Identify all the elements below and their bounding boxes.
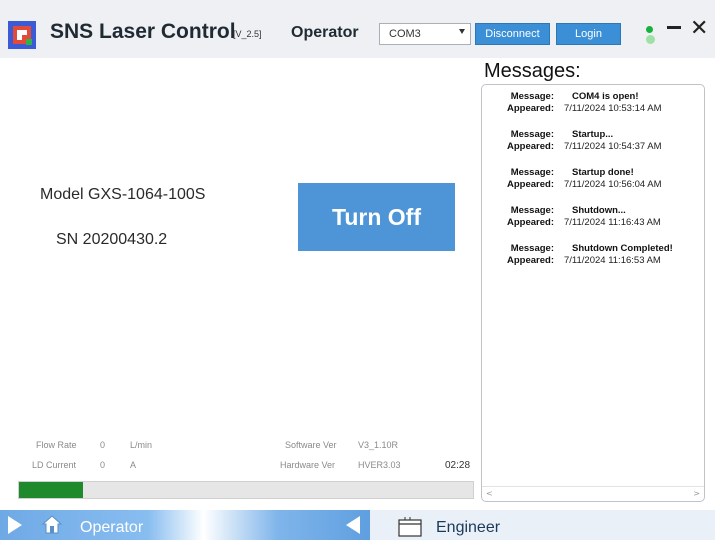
home-icon <box>42 515 62 534</box>
status-light <box>646 35 655 44</box>
model-label: Model GXS-1064-100S <box>40 186 206 203</box>
list-item: Message: Shutdown... Appeared: 7/11/2024 1… <box>482 205 704 229</box>
appeared-key: Appeared: <box>507 255 554 266</box>
messages-list[interactable]: Message: COM4 is open! Appeared: 7/11/2024… <box>481 84 705 502</box>
message-time: 7/11/2024 11:16:53 AM <box>564 255 661 266</box>
message-key: Message: <box>510 243 554 254</box>
flow-rate-unit: L/min <box>130 440 153 450</box>
dropdown-arrow-icon <box>459 29 465 34</box>
scroll-right-icon[interactable]: > <box>693 489 700 498</box>
message-key: Message: <box>510 91 554 102</box>
tab-operator-label[interactable]: Operator <box>80 519 143 537</box>
ld-current-unit: A <box>130 460 137 470</box>
horizontal-scrollbar[interactable]: < > <box>482 486 704 501</box>
hardware-ver-value: HVER3.03 <box>358 460 401 470</box>
serial-number-label: SN 20200430.2 <box>56 231 168 248</box>
ld-current-value: 0 <box>100 460 106 470</box>
tab-left-arrow <box>8 516 22 534</box>
tab-engineer[interactable]: Engineer <box>436 519 500 537</box>
software-ver-value: V3_1.10R <box>358 440 399 450</box>
message-text: Startup... <box>572 129 614 140</box>
appeared-key: Appeared: <box>507 217 554 228</box>
software-ver-label: Software Ver <box>285 440 337 450</box>
appeared-key: Appeared: <box>507 179 554 190</box>
tab-right-arrow <box>346 516 360 534</box>
list-item: Message: Startup done! Appeared: 7/11/2024… <box>482 167 704 191</box>
message-time: 7/11/2024 10:54:37 AM <box>564 141 662 152</box>
ld-current-label: LD Current <box>32 460 77 470</box>
list-item: Message: Startup... Appeared: 7/11/2024 10… <box>482 129 704 153</box>
message-time: 7/11/2024 11:16:43 AM <box>564 217 661 228</box>
message-text: Shutdown... <box>572 205 626 216</box>
appeared-key: Appeared: <box>507 141 554 152</box>
com-port-select[interactable]: COM3 <box>379 23 471 45</box>
mode-label: Operator <box>291 24 359 41</box>
message-time: 7/11/2024 10:56:04 AM <box>564 179 662 190</box>
app-logo-icon <box>8 21 36 49</box>
app-version: [V_2.5] <box>233 29 262 39</box>
login-button[interactable]: Login <box>556 23 621 45</box>
appeared-key: Appeared: <box>507 103 554 114</box>
progress-bar-fill <box>19 482 83 498</box>
turn-off-button[interactable]: Turn Off <box>298 183 455 251</box>
list-item: Message: Shutdown Completed! Appeared: 7/1… <box>482 243 704 267</box>
message-key: Message: <box>510 167 554 178</box>
message-text: COM4 is open! <box>572 91 639 102</box>
com-port-value: COM3 <box>389 28 421 40</box>
message-key: Message: <box>510 129 554 140</box>
scroll-left-icon[interactable]: < <box>486 489 493 498</box>
message-key: Message: <box>510 205 554 216</box>
elapsed-timer: 02:28 <box>445 460 471 471</box>
message-text: Shutdown Completed! <box>572 243 673 254</box>
flow-rate-label: Flow Rate <box>36 440 77 450</box>
close-icon[interactable]: ✕ <box>690 18 708 40</box>
list-item: Message: COM4 is open! Appeared: 7/11/2024… <box>482 91 704 115</box>
disconnect-button[interactable]: Disconnect <box>475 23 550 45</box>
flow-rate-value: 0 <box>100 440 106 450</box>
minimize-icon[interactable] <box>667 26 681 29</box>
message-time: 7/11/2024 10:53:14 AM <box>564 103 662 114</box>
connection-status-indicator <box>646 26 653 33</box>
progress-bar <box>18 481 474 499</box>
hardware-ver-label: Hardware Ver <box>280 460 336 470</box>
app-title: SNS Laser Control <box>50 20 236 43</box>
window-icon <box>398 517 422 537</box>
messages-title: Messages: <box>484 60 581 82</box>
message-text: Startup done! <box>572 167 634 178</box>
laser-status-panel <box>0 58 478 504</box>
